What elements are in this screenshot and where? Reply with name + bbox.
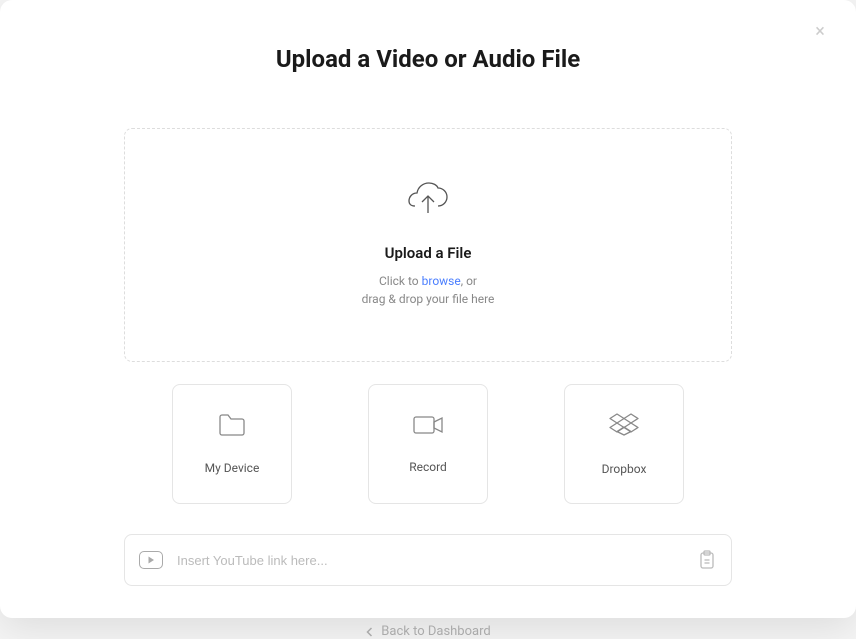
upload-modal: × Upload a Video or Audio File Upload a … [0, 0, 856, 618]
modal-content: Upload a File Click to browse, or drag &… [124, 128, 732, 639]
back-to-dashboard-link[interactable]: Back to Dashboard [124, 624, 732, 639]
back-link-label: Back to Dashboard [381, 624, 490, 639]
dropzone-text-line2: drag & drop your file here [362, 292, 495, 306]
youtube-url-input[interactable] [177, 553, 699, 568]
dropzone[interactable]: Upload a File Click to browse, or drag &… [124, 128, 732, 362]
dropzone-text: Click to browse, or drag & drop your fil… [362, 272, 495, 308]
close-icon: × [815, 23, 825, 41]
options-row: My Device Record [124, 384, 732, 504]
dropbox-icon [609, 412, 639, 442]
option-label: Record [409, 460, 447, 474]
cloud-upload-icon [407, 182, 449, 220]
browse-link[interactable]: browse [422, 274, 461, 288]
youtube-url-field[interactable] [124, 534, 732, 586]
clipboard-icon[interactable] [699, 550, 717, 570]
option-label: Dropbox [602, 462, 647, 476]
option-my-device[interactable]: My Device [172, 384, 292, 504]
close-button[interactable]: × [810, 22, 830, 42]
youtube-icon [139, 551, 163, 569]
dropzone-title: Upload a File [385, 244, 472, 262]
chevron-left-icon [365, 627, 375, 637]
modal-title: Upload a Video or Audio File [0, 45, 856, 73]
option-record[interactable]: Record [368, 384, 488, 504]
option-dropbox[interactable]: Dropbox [564, 384, 684, 504]
option-label: My Device [205, 461, 260, 475]
dropzone-text-suffix: , or [461, 274, 477, 288]
video-camera-icon [412, 414, 444, 440]
dropzone-text-prefix: Click to [379, 274, 422, 288]
folder-icon [218, 413, 246, 441]
